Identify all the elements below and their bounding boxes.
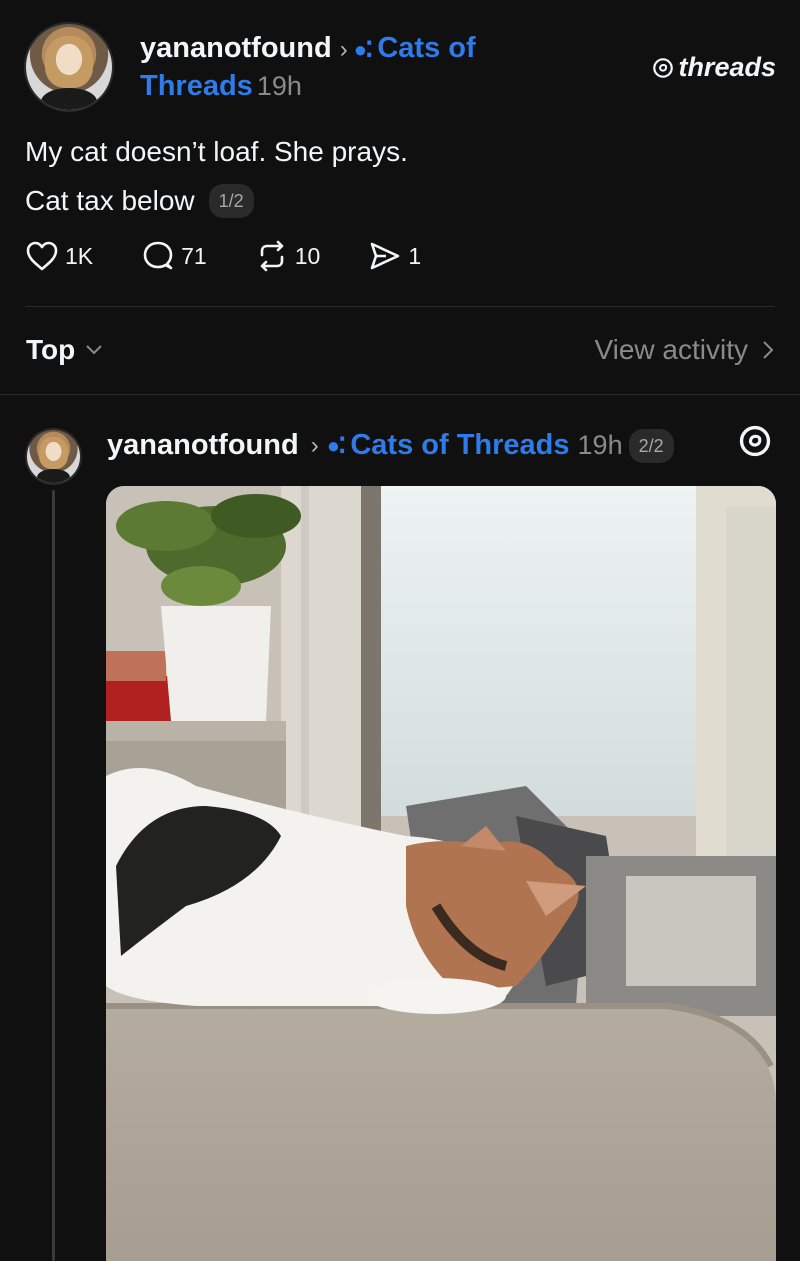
repost-icon: [260, 240, 284, 272]
community-icon: ●⁚: [326, 433, 347, 458]
like-button[interactable]: 1K: [25, 240, 93, 272]
main-post: yananotfound › ●⁚ Cats of Threads 19h threads…: [0, 0, 800, 395]
threads-watermark: threads: [652, 52, 776, 83]
view-activity-link[interactable]: View activity: [594, 334, 774, 366]
sort-dropdown[interactable]: Top: [26, 334, 103, 366]
avatar[interactable]: [25, 428, 82, 485]
divider: [25, 306, 775, 307]
reply-button[interactable]: 71: [141, 240, 207, 272]
chevron-right-icon: ›: [310, 432, 319, 459]
threads-logo-icon: [653, 57, 674, 78]
community-icon: ●⁚: [353, 37, 374, 62]
post-text-2: Cat tax below 1/2: [25, 183, 254, 219]
chevron-down-icon: [86, 345, 102, 355]
username[interactable]: yananotfound: [140, 32, 332, 64]
avatar[interactable]: [24, 22, 114, 112]
share-button[interactable]: 1: [368, 240, 421, 272]
threads-logo-icon: [739, 425, 771, 457]
heart-icon: [26, 241, 58, 271]
share-icon: [371, 242, 400, 270]
post-time: 19h: [577, 430, 623, 460]
username[interactable]: yananotfound: [107, 427, 299, 464]
repost-button[interactable]: 10: [255, 240, 320, 272]
chevron-right-icon: [763, 341, 774, 359]
reply-header: yananotfound › ●⁚ Cats of Threads 19h 2/…: [107, 427, 674, 464]
action-bar: 1K 71 10 1: [25, 240, 469, 272]
post-image[interactable]: [106, 486, 776, 1261]
post-text: My cat doesn’t loaf. She prays.: [25, 136, 408, 167]
reply-icon: [143, 241, 173, 270]
section-separator: [0, 394, 800, 395]
community-link[interactable]: Cats of Threads: [350, 427, 569, 464]
post-header: yananotfound › ●⁚ Cats of Threads 19h: [140, 30, 560, 105]
page-indicator: 2/2: [628, 428, 674, 463]
cat-photo: [106, 486, 776, 1261]
page-indicator: 1/2: [208, 184, 254, 218]
post-time: 19h: [256, 71, 302, 101]
chevron-right-icon: ›: [339, 36, 348, 63]
thread-line: [52, 490, 55, 1261]
